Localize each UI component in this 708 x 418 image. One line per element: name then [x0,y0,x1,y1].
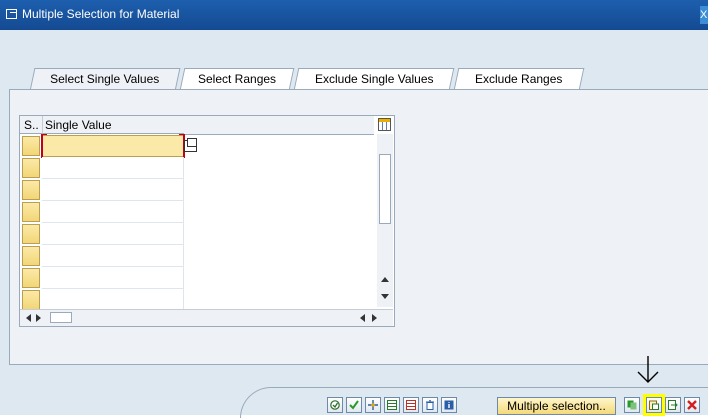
multiple-selection-button[interactable]: Multiple selection.. [497,397,616,415]
horizontal-scroll-thumb[interactable] [50,312,72,323]
row-selector[interactable] [22,224,40,244]
import-button[interactable] [624,397,640,413]
row-selector[interactable] [22,246,40,266]
column-header-status[interactable]: S.. [20,116,42,134]
scroll-right-icon-2[interactable] [372,314,377,322]
cancel-button[interactable] [684,397,700,413]
title-bar: Multiple Selection for Material X [0,0,708,30]
delete-all-button[interactable] [422,397,438,413]
single-value-cell[interactable] [42,245,184,267]
scroll-left-icon-2[interactable] [360,314,365,322]
tab-pane: S.. Single Value [9,89,708,365]
scroll-right-icon[interactable] [36,314,41,322]
annotation-arrow [637,356,659,383]
checkmark-icon [349,400,359,410]
tab-exclude-single-values[interactable]: Exclude Single Values [293,68,455,90]
delete-row-icon [406,400,416,410]
single-value-cell[interactable] [42,179,184,201]
single-value-cell[interactable] [42,201,184,223]
info-icon [444,400,454,410]
table-settings-icon[interactable] [378,118,391,131]
export-button[interactable] [665,397,681,413]
check-entries-icon [368,400,378,410]
value-help-icon[interactable] [184,138,197,152]
insert-row-icon [387,400,397,410]
horizontal-scrollbar[interactable] [20,309,393,326]
window-icon [6,9,17,19]
upload-clipboard-button[interactable] [646,397,662,413]
scroll-up-icon[interactable] [381,277,389,282]
vertical-scroll-thumb[interactable] [379,154,391,224]
insert-row-button[interactable] [384,397,400,413]
row-selector[interactable] [22,158,40,178]
clipboard-paste-icon [649,400,659,410]
copy-button[interactable] [346,397,362,413]
execute-icon [330,400,340,410]
footer-area: Multiple selection.. [0,365,708,418]
import-icon [627,400,637,410]
header-filler [184,116,374,135]
single-value-cell[interactable] [42,289,184,311]
single-value-cell[interactable] [42,267,184,289]
row-selector[interactable] [22,136,40,156]
single-values-table: S.. Single Value [19,115,395,327]
trash-icon [426,400,434,410]
single-value-cell[interactable] [41,134,185,158]
tab-select-ranges[interactable]: Select Ranges [179,68,295,90]
row-selector[interactable] [22,268,40,288]
column-header-single-value[interactable]: Single Value [42,116,184,134]
vertical-scrollbar[interactable] [377,134,393,307]
tab-exclude-ranges[interactable]: Exclude Ranges [453,68,585,90]
close-button[interactable]: X [700,6,708,24]
delete-row-button[interactable] [403,397,419,413]
scroll-left-icon[interactable] [26,314,31,322]
execute-button[interactable] [327,397,343,413]
help-button[interactable] [441,397,457,413]
dialog-body: Select Single Values Select Ranges Exclu… [0,30,708,418]
single-value-cell[interactable] [42,223,184,245]
scroll-down-icon[interactable] [381,294,389,299]
check-entries-button[interactable] [365,397,381,413]
tab-select-single-values[interactable]: Select Single Values [29,68,181,91]
window-title: Multiple Selection for Material [22,7,180,21]
row-selector[interactable] [22,202,40,222]
row-selector[interactable] [22,290,40,310]
cancel-icon [687,400,697,410]
export-icon [668,400,678,410]
row-selector[interactable] [22,180,40,200]
single-value-cell[interactable] [42,157,184,179]
